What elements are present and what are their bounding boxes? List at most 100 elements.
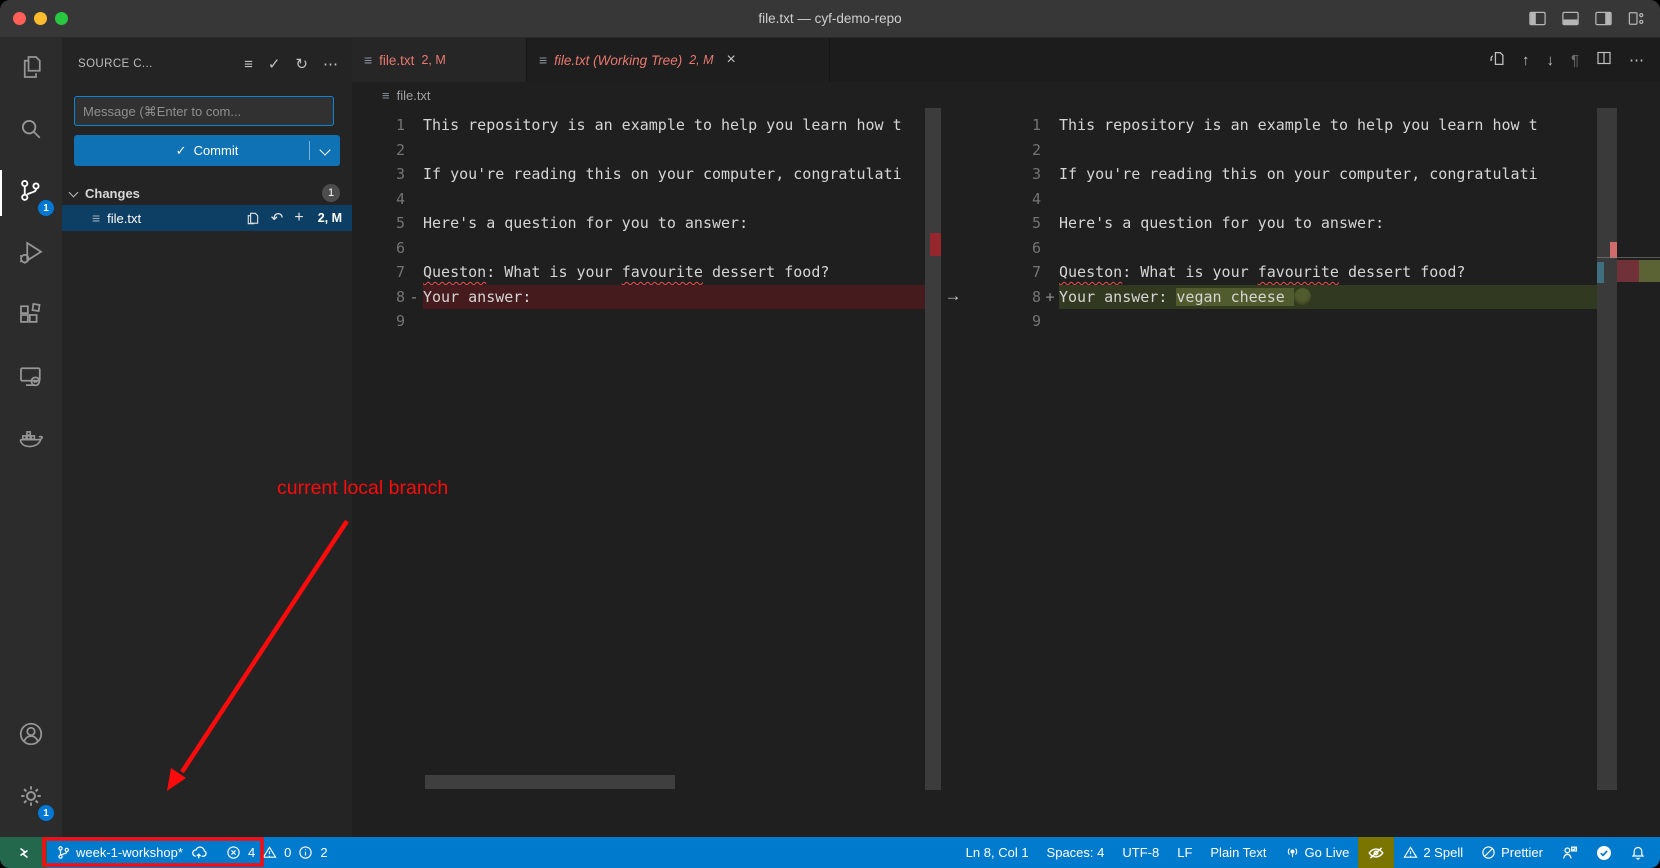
code-line-8[interactable]: 8+Your answer: vegan cheese <box>965 285 1597 310</box>
line-number: 3 <box>352 162 405 187</box>
toggle-secondary-sidebar-icon[interactable] <box>1594 9 1613 28</box>
code-line-9[interactable]: 9 <box>352 309 925 334</box>
commit-message-input[interactable] <box>74 96 334 126</box>
prettier-status-item[interactable]: Prettier <box>1472 837 1552 868</box>
hidden-eye-status-item[interactable] <box>1358 837 1394 868</box>
code-line-9[interactable]: 9 <box>965 309 1597 334</box>
encoding-status-item[interactable]: UTF-8 <box>1113 837 1168 868</box>
sidebar-item-accounts[interactable] <box>0 705 62 767</box>
code-line-1[interactable]: 1This repository is an example to help y… <box>965 113 1597 138</box>
code-line-7[interactable]: 7Queston: What is your favourite dessert… <box>352 260 925 285</box>
open-changes-icon[interactable] <box>1488 50 1505 71</box>
sidebar-item-search[interactable] <box>0 100 62 162</box>
code-line-6[interactable]: 6 <box>965 236 1597 261</box>
zoom-window-button[interactable] <box>55 12 68 25</box>
line-text <box>1059 236 1597 261</box>
toggle-panel-icon[interactable] <box>1561 9 1580 28</box>
commit-button-label: Commit <box>194 143 239 158</box>
previous-change-icon[interactable]: ↑ <box>1522 52 1530 69</box>
customize-layout-icon[interactable] <box>1627 9 1646 28</box>
code-line-4[interactable]: 4 <box>352 187 925 212</box>
mooncake-emoji <box>1294 288 1311 305</box>
breadcrumb[interactable]: ≡ file.txt <box>352 82 1660 108</box>
left-editor-horizontal-scrollbar[interactable] <box>425 775 675 789</box>
code-line-4[interactable]: 4 <box>965 187 1597 212</box>
text-file-icon: ≡ <box>382 88 390 103</box>
next-change-icon[interactable]: ↓ <box>1546 52 1554 69</box>
code-line-3[interactable]: 3If you're reading this on your computer… <box>965 162 1597 187</box>
activity-bar: 1 1 <box>0 38 62 837</box>
revert-change-arrow-icon[interactable]: → <box>941 286 965 306</box>
git-branch-status-item[interactable]: week-1-workshop* <box>47 837 217 868</box>
info-icon <box>298 845 313 860</box>
checkmark-status-item[interactable] <box>1587 837 1621 868</box>
language-mode-status-item[interactable]: Plain Text <box>1201 837 1275 868</box>
code-line-5[interactable]: 5Here's a question for you to answer: <box>352 211 925 236</box>
tab-file-txt[interactable]: ≡ file.txt 2, M <box>352 38 527 82</box>
open-file-icon[interactable] <box>245 211 260 226</box>
diff-marker <box>1041 113 1059 138</box>
diff-marker: - <box>405 285 423 310</box>
sidebar-item-docker[interactable] <box>0 410 62 472</box>
split-editor-icon[interactable] <box>1596 50 1612 70</box>
minimize-window-button[interactable] <box>34 12 47 25</box>
code-line-2[interactable]: 2 <box>965 138 1597 163</box>
check-icon: ✓ <box>176 143 187 159</box>
more-actions-icon[interactable]: ⋯ <box>1629 51 1644 69</box>
line-text: If you're reading this on your computer,… <box>423 162 925 187</box>
code-line-3[interactable]: 3 If you're reading this on your computer… <box>352 162 925 187</box>
diff-marker <box>405 162 423 187</box>
code-line-5[interactable]: 5Here's a question for you to answer: <box>965 211 1597 236</box>
chevron-down-icon[interactable] <box>319 144 330 155</box>
line-text <box>423 309 925 334</box>
problems-status-item[interactable]: 4 0 2 <box>217 837 339 868</box>
code-line-7[interactable]: 7Queston: What is your favourite dessert… <box>965 260 1597 285</box>
toggle-primary-sidebar-icon[interactable] <box>1528 9 1547 28</box>
sidebar-item-explorer[interactable] <box>0 38 62 100</box>
stage-changes-icon[interactable]: + <box>294 209 303 227</box>
sidebar-item-settings[interactable]: 1 <box>0 767 62 829</box>
spell-checker-status-item[interactable]: 2 Spell <box>1394 837 1472 868</box>
feedback-status-item[interactable] <box>1552 837 1587 868</box>
changes-section-header[interactable]: Changes 1 <box>62 181 352 205</box>
remote-indicator[interactable] <box>0 837 47 868</box>
remote-icon <box>16 845 32 861</box>
sidebar-item-source-control[interactable]: 1 <box>0 162 62 224</box>
view-as-list-icon[interactable]: ≡ <box>244 56 253 73</box>
commit-check-icon[interactable]: ✓ <box>268 55 281 73</box>
whitespace-icon[interactable]: ¶ <box>1571 52 1579 69</box>
sidebar-item-run-debug[interactable] <box>0 224 62 286</box>
diff-marker <box>1041 187 1059 212</box>
docker-icon <box>16 424 46 459</box>
line-text <box>423 138 925 163</box>
commit-button[interactable]: ✓ Commit <box>74 135 340 166</box>
go-live-status-item[interactable]: Go Live <box>1276 837 1359 868</box>
code-line-6[interactable]: 6 <box>352 236 925 261</box>
text-file-icon: ≡ <box>92 210 100 226</box>
text-segment: : What is your <box>1122 263 1257 281</box>
line-number: 5 <box>352 211 405 236</box>
diff-left-pane[interactable]: 1This repository is an example to help y… <box>352 108 925 837</box>
overview-divider <box>1597 257 1660 258</box>
refresh-icon[interactable]: ↻ <box>295 55 308 73</box>
cursor-position-status-item[interactable]: Ln 8, Col 1 <box>957 837 1038 868</box>
changed-file-row[interactable]: ≡ file.txt ↶ + 2, M <box>62 205 352 231</box>
code-line-2[interactable]: 2 <box>352 138 925 163</box>
text-file-icon: ≡ <box>539 52 547 68</box>
code-line-1[interactable]: 1This repository is an example to help y… <box>352 113 925 138</box>
changes-label: Changes <box>85 186 140 201</box>
sidebar-item-extensions[interactable] <box>0 286 62 348</box>
notifications-status-item[interactable] <box>1621 837 1660 868</box>
code-line-8[interactable]: 8-Your answer: <box>352 285 925 310</box>
close-window-button[interactable] <box>13 12 26 25</box>
eol-status-item[interactable]: LF <box>1168 837 1201 868</box>
sidebar-item-remote-explorer[interactable] <box>0 348 62 410</box>
diff-right-pane[interactable]: 1This repository is an example to help y… <box>965 108 1597 837</box>
more-actions-icon[interactable]: ⋯ <box>323 55 338 73</box>
tab-file-txt-working-tree[interactable]: ≡ file.txt (Working Tree) 2, M × <box>527 38 830 82</box>
close-icon[interactable]: × <box>727 51 736 69</box>
right-editor-scrollbar[interactable] <box>1597 108 1617 790</box>
discard-changes-icon[interactable]: ↶ <box>271 209 284 227</box>
indentation-status-item[interactable]: Spaces: 4 <box>1038 837 1114 868</box>
left-editor-scrollbar[interactable] <box>925 108 941 790</box>
